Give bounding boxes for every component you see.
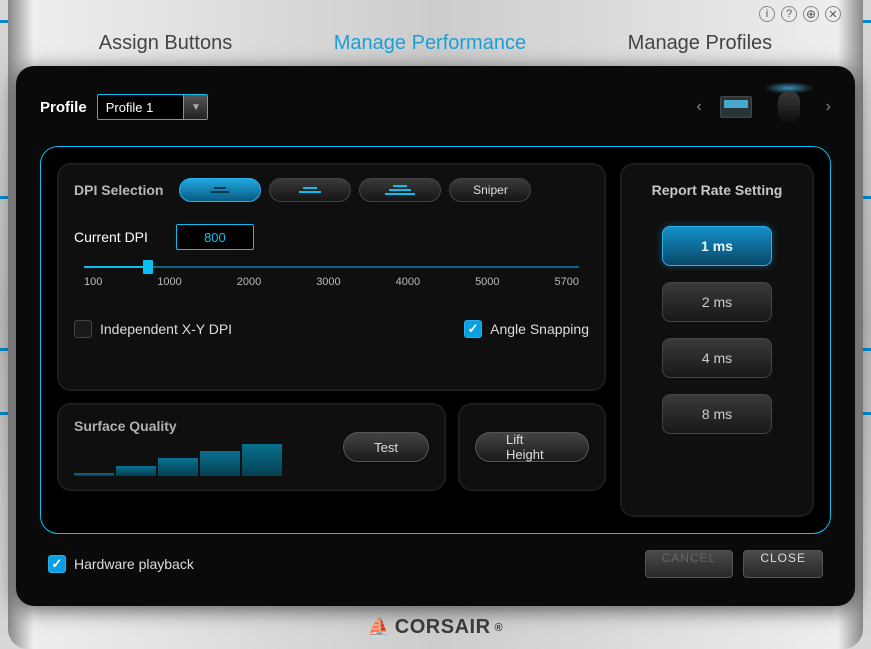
close-button[interactable]: CLOSE [743, 550, 823, 578]
footer-row: ✓ Hardware playback CANCEL CLOSE [40, 550, 831, 578]
dpi-slider-handle[interactable] [143, 260, 153, 274]
dpi-title: DPI Selection [74, 182, 163, 198]
angle-snapping-label: Angle Snapping [490, 321, 589, 337]
test-button[interactable]: Test [343, 432, 429, 462]
surface-quality-title: Surface Quality [74, 418, 323, 434]
tab-assign-buttons[interactable]: Assign Buttons [89, 28, 242, 59]
brand-logo: ⛵ CORSAIR® [368, 616, 503, 639]
report-rate-title: Report Rate Setting [637, 182, 797, 198]
dpi-slider[interactable]: 100100020003000400050005700 [84, 266, 579, 288]
content-box: DPI Selection Sniper Current DPI 800 [40, 146, 831, 534]
globe-icon[interactable]: ⊕ [803, 6, 819, 22]
info-icon[interactable]: i [759, 6, 775, 22]
device-thumb-mouse[interactable] [770, 86, 808, 128]
sail-icon: ⛵ [368, 617, 391, 638]
dpi-sniper[interactable]: Sniper [449, 178, 531, 202]
close-icon[interactable]: ✕ [825, 6, 841, 22]
angle-snapping-check[interactable]: ✓ Angle Snapping [464, 320, 589, 338]
profile-label: Profile [40, 99, 87, 116]
hardware-playback-label: Hardware playback [74, 556, 194, 572]
top-tabs: Assign Buttons Manage Performance Manage… [8, 28, 863, 59]
rate-2ms[interactable]: 2 ms [662, 282, 772, 322]
app-frame: i ? ⊕ ✕ Assign Buttons Manage Performanc… [8, 0, 863, 649]
independent-xy-label: Independent X-Y DPI [100, 321, 232, 337]
profile-select[interactable]: Profile 1 ▼ [97, 94, 209, 120]
dpi-stage-3[interactable] [359, 178, 441, 202]
dpi-stage-2[interactable] [269, 178, 351, 202]
current-dpi-value[interactable]: 800 [176, 224, 254, 250]
chevron-down-icon: ▼ [183, 95, 207, 119]
checkbox-checked-icon: ✓ [464, 320, 482, 338]
titlebar-icons: i ? ⊕ ✕ [759, 6, 841, 22]
dpi-selection-card: DPI Selection Sniper Current DPI 800 [57, 163, 606, 391]
checkbox-checked-icon: ✓ [48, 555, 66, 573]
profile-row: Profile Profile 1 ▼ ‹ › [40, 86, 831, 128]
lift-height-card: Lift Height [458, 403, 606, 491]
dpi-stage-1[interactable] [179, 178, 261, 202]
tab-manage-performance[interactable]: Manage Performance [324, 28, 536, 59]
surface-bars [74, 444, 323, 476]
tab-manage-profiles[interactable]: Manage Profiles [618, 28, 783, 59]
cancel-button[interactable]: CANCEL [645, 550, 734, 578]
lift-height-button[interactable]: Lift Height [475, 432, 589, 462]
nav-next[interactable]: › [826, 98, 831, 116]
surface-quality-card: Surface Quality Test [57, 403, 446, 491]
rate-4ms[interactable]: 4 ms [662, 338, 772, 378]
rate-1ms[interactable]: 1 ms [662, 226, 772, 266]
help-icon[interactable]: ? [781, 6, 797, 22]
checkbox-icon [74, 320, 92, 338]
current-dpi-label: Current DPI [74, 229, 148, 245]
device-thumb-keyboard[interactable] [720, 96, 752, 118]
performance-panel: Profile Profile 1 ▼ ‹ › DPI Selection [16, 66, 855, 606]
nav-prev[interactable]: ‹ [696, 98, 701, 116]
dpi-ticks: 100100020003000400050005700 [84, 276, 579, 288]
rate-8ms[interactable]: 8 ms [662, 394, 772, 434]
hardware-playback-check[interactable]: ✓ Hardware playback [48, 555, 194, 573]
profile-selected: Profile 1 [98, 100, 184, 115]
independent-xy-check[interactable]: Independent X-Y DPI [74, 320, 232, 338]
report-rate-card: Report Rate Setting 1 ms 2 ms 4 ms 8 ms [620, 163, 814, 517]
